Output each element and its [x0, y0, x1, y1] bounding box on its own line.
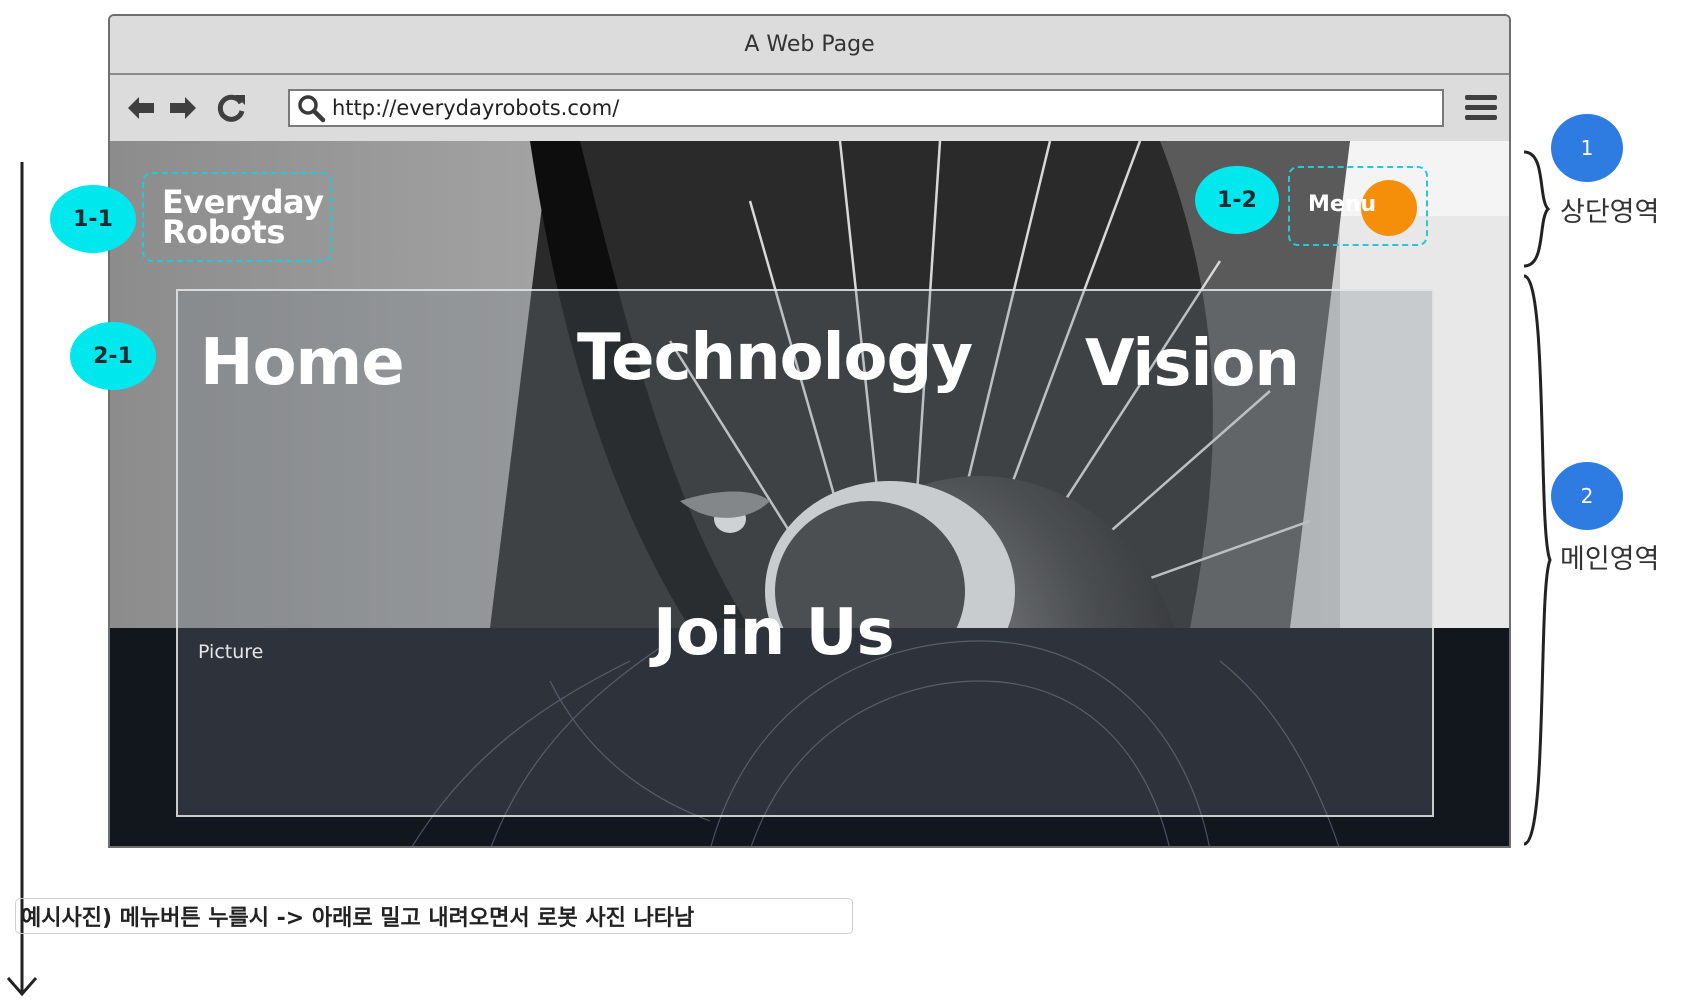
section1-brace-icon [1523, 150, 1551, 268]
scroll-down-arrow-icon [6, 162, 38, 997]
site-logo[interactable]: Everyday Robots [162, 186, 332, 251]
window-title: A Web Page [744, 32, 875, 57]
page-viewport: Everyday Robots Menu Home Technology Vis… [110, 141, 1509, 846]
caption-box: 예시사진) 메뉴버튼 누를시 -> 아래로 밀고 내려오면서 로봇 사진 나타남 [15, 898, 853, 934]
menu-button[interactable]: Menu [1308, 192, 1376, 217]
reload-icon[interactable] [214, 91, 248, 125]
browser-toolbar [110, 75, 1509, 142]
section2-brace-icon [1523, 274, 1552, 846]
url-input[interactable] [332, 96, 1412, 120]
forward-arrow-icon[interactable] [166, 91, 200, 125]
address-bar[interactable] [288, 89, 1444, 127]
section2-badge: 2 [1551, 462, 1623, 530]
nav-item-home[interactable]: Home [200, 326, 405, 400]
section1-label: 상단영역 [1560, 197, 1660, 228]
picture-label: Picture [198, 641, 264, 663]
nav-item-join-us[interactable]: Join Us [653, 596, 895, 670]
badge-menu: 1-2 [1195, 166, 1279, 234]
search-icon [298, 95, 326, 123]
browser-titlebar: A Web Page [110, 16, 1509, 75]
badge-logo: 1-1 [50, 185, 136, 253]
section1-badge: 1 [1551, 114, 1623, 182]
nav-item-technology[interactable]: Technology [577, 321, 973, 395]
browser-window: A Web Page http://everydayrobots.com/ Ev… [108, 14, 1511, 848]
hamburger-icon[interactable] [1463, 91, 1499, 125]
nav-item-vision[interactable]: Vision [1085, 327, 1300, 401]
caption-text: 예시사진) 메뉴버튼 누를시 -> 아래로 밀고 내려오면서 로봇 사진 나타남 [21, 906, 695, 931]
back-arrow-icon[interactable] [124, 91, 158, 125]
section2-label: 메인영역 [1560, 544, 1660, 575]
logo-line2: Robots [162, 213, 285, 251]
badge-nav: 2-1 [70, 322, 156, 390]
